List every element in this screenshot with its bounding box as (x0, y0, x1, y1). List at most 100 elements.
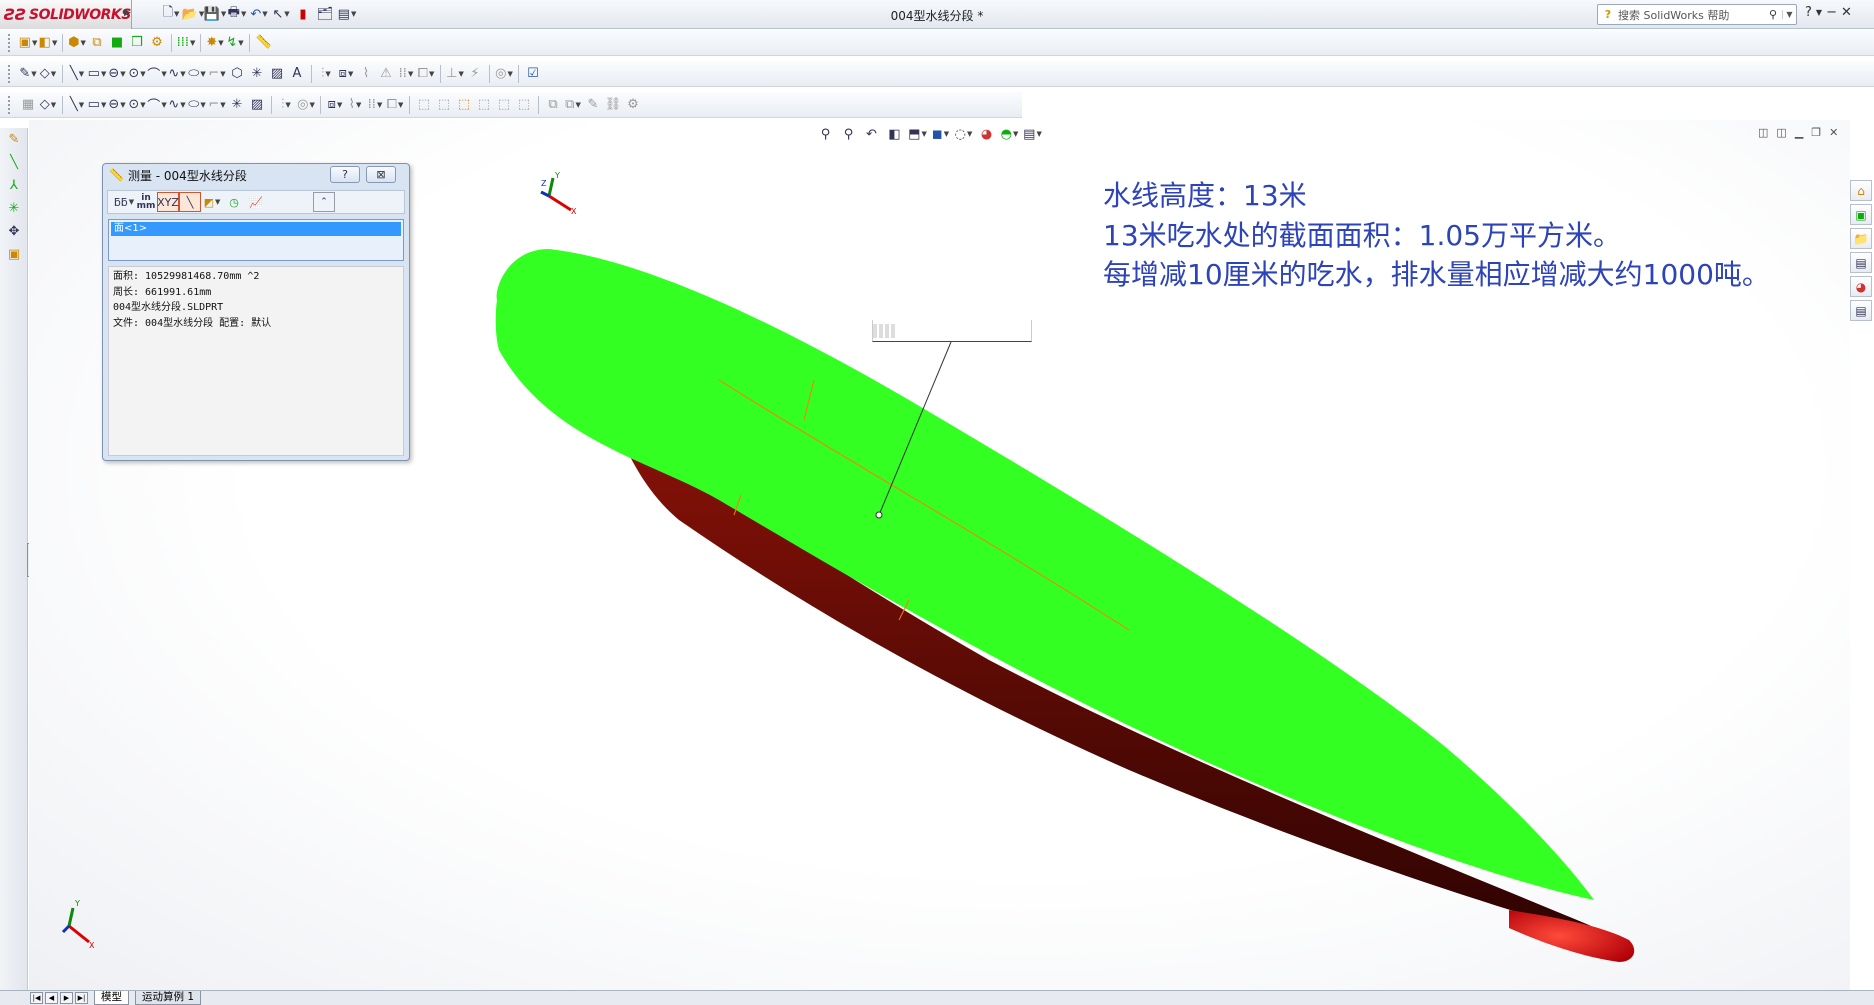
dialog-help-button[interactable]: ? (330, 166, 360, 183)
move-tool-icon[interactable]: ✥ (0, 220, 28, 243)
make-block-icon[interactable]: ⬚ (434, 95, 454, 115)
next-tab-icon[interactable]: ▶ (60, 992, 73, 1004)
smart-fastener-icon[interactable]: ⚙ (147, 33, 167, 53)
explode-block-icon[interactable]: ⬚ (514, 95, 534, 115)
dialog-title-bar[interactable]: 📏 测量 - 004型水线分段 ? ⊠ (103, 164, 409, 186)
tab-motion-study[interactable]: 运动算例 1 (135, 991, 202, 1005)
linear-pattern-icon[interactable]: ⁞⁞ ▼ (365, 95, 385, 115)
close-window-icon[interactable]: ✕ (1841, 5, 1852, 20)
layer-icon[interactable]: ⧉ (543, 95, 563, 115)
trim-icon[interactable]: ⌇ (356, 64, 376, 84)
section-view-icon[interactable]: ◧ (884, 124, 905, 144)
help-dropdown-icon[interactable]: ▼ (1816, 5, 1822, 20)
folder-icon[interactable]: 📁 (1850, 228, 1872, 249)
restore-doc-icon[interactable]: ❐ (1811, 126, 1821, 139)
rectangle-icon[interactable]: ▭ ▼ (87, 64, 107, 84)
prev-tab-icon[interactable]: ◀ (45, 992, 58, 1004)
close-doc-icon[interactable]: ✕ (1829, 126, 1838, 139)
sketch-tool-icon[interactable]: ✎ (0, 128, 28, 151)
linear-pattern-icon[interactable]: ⁞⁞ ▼ (396, 64, 416, 84)
waterline-section-face[interactable] (495, 249, 1594, 900)
help-icon[interactable]: ? (1805, 5, 1812, 20)
zoom-to-area-icon[interactable]: ⚲ (838, 124, 859, 144)
link-icon[interactable]: ⛓ (603, 95, 623, 115)
line-tool-icon[interactable]: ╲ (0, 151, 28, 174)
sensor-icon[interactable]: 📈 (245, 192, 267, 212)
trim-icon[interactable]: ⌇ ▼ (345, 95, 365, 115)
green-box-icon[interactable]: ■ (107, 33, 127, 53)
measure-icon[interactable]: 📏 (254, 33, 274, 53)
fillet-icon[interactable]: ⌐ ▼ (207, 64, 227, 84)
line-icon[interactable]: ╲ ▼ (67, 95, 87, 115)
toolbar-grip[interactable] (8, 33, 12, 52)
history-icon[interactable]: ◷ (223, 192, 245, 212)
tab-model[interactable]: 模型 (94, 991, 129, 1005)
split-view-icon[interactable]: ◫ (1776, 126, 1786, 139)
projection-icon[interactable]: ◩ ▼ (201, 192, 223, 212)
3d-sketch-icon[interactable]: ▦ (18, 95, 38, 115)
appearance-icon[interactable]: ◕ (976, 124, 997, 144)
selection-list[interactable]: 面<1> (108, 219, 404, 261)
xyz-dx-icon[interactable]: XYZ (157, 192, 179, 212)
mate-icon[interactable]: ⧉ (87, 33, 107, 53)
pattern-icon[interactable]: ⁞⁞⁞ ▼ (176, 33, 196, 53)
mirror-icon[interactable]: ⫶ ▼ (276, 95, 296, 115)
view-orientation-icon[interactable]: ⬒ ▼ (907, 124, 928, 144)
appearances-icon[interactable]: ◕ (1850, 276, 1872, 297)
view-settings-icon[interactable]: ▤ ▼ (1022, 124, 1043, 144)
point-tool-icon[interactable]: ✳ (0, 197, 28, 220)
mirror-icon[interactable]: ⫶ ▼ (316, 64, 336, 84)
spline-icon[interactable]: ∿ ▼ (167, 95, 187, 115)
split-view-icon[interactable]: ◫ (1758, 126, 1768, 139)
resources-icon[interactable]: ▣ (1850, 204, 1872, 225)
arc-icon[interactable]: ⌒ ▼ (147, 95, 167, 115)
selection-item[interactable]: 面<1> (111, 222, 401, 236)
relations-icon[interactable]: ⊥ ▼ (445, 64, 465, 84)
last-tab-icon[interactable]: ▶| (75, 992, 88, 1004)
circle-icon[interactable]: ⊙ ▼ (127, 64, 147, 84)
display-icon[interactable]: ◎ ▼ (296, 95, 316, 115)
arc-icon[interactable]: ⌒ ▼ (147, 64, 167, 84)
minimize-window-icon[interactable]: − (1826, 5, 1837, 20)
previous-view-icon[interactable]: ↶ (861, 124, 882, 144)
dimension-icon[interactable]: ◇ ▼ (38, 95, 58, 115)
gear-icon[interactable]: ⚙ (623, 95, 643, 115)
add-block-icon[interactable]: ⬚ (474, 95, 494, 115)
point-icon[interactable]: ✳ (247, 64, 267, 84)
slot-icon[interactable]: ⊖ ▼ (107, 95, 127, 115)
spline-icon[interactable]: ∿ ▼ (167, 64, 187, 84)
display-icon[interactable]: ◎ ▼ (494, 64, 514, 84)
insert-block-icon[interactable]: ⬚ (454, 95, 474, 115)
pen-icon[interactable]: ✎ (583, 95, 603, 115)
move-entities-icon[interactable]: ⧠ ▼ (385, 95, 405, 115)
minimize-doc-icon[interactable]: ▁ (1795, 126, 1803, 139)
view-palette-icon[interactable]: ▤ (1850, 252, 1872, 273)
offset-icon[interactable]: ⧈ ▼ (325, 95, 345, 115)
layer-props-icon[interactable]: ⧉ ▼ (563, 95, 583, 115)
sketch-icon[interactable]: ✎ ▼ (18, 64, 38, 84)
point-icon[interactable]: ✳ (227, 95, 247, 115)
hide-show-icon[interactable]: ◌ ▼ (953, 124, 974, 144)
component-icon[interactable]: ◧ ▼ (38, 33, 58, 53)
curve-icon[interactable]: ↯ ▼ (225, 33, 245, 53)
units-precision-icon[interactable]: in mm (135, 192, 157, 212)
instant-2d-icon[interactable]: ☑ (523, 64, 543, 84)
help-search-input[interactable]: 搜索 SolidWorks 帮助 (1618, 7, 1764, 23)
point-to-point-icon[interactable]: ╲ (179, 192, 201, 212)
axis-tool-icon[interactable]: ⅄ (0, 174, 28, 197)
move-entities-icon[interactable]: ⧠ ▼ (416, 64, 436, 84)
explode-icon[interactable]: ✸ ▼ (205, 33, 225, 53)
insert-part-icon[interactable]: ⬢ ▼ (67, 33, 87, 53)
home-icon[interactable]: ⌂ (1850, 180, 1872, 201)
magnifier-icon[interactable]: ⚲ (1764, 8, 1782, 21)
assembly-icon[interactable]: ▣ ▼ (18, 33, 38, 53)
rectangle-icon[interactable]: ▭ ▼ (87, 95, 107, 115)
arc-circle-options-icon[interactable]: ƃƃ ▼ (113, 192, 135, 212)
text-icon[interactable]: A (287, 64, 307, 84)
part-tool-icon[interactable]: ▣ (0, 243, 28, 266)
polygon-icon[interactable]: ⬡ (227, 64, 247, 84)
plane-icon[interactable]: ▨ (267, 64, 287, 84)
circle-icon[interactable]: ⊙ ▼ (127, 95, 147, 115)
rebuild-block-icon[interactable]: ⬚ (494, 95, 514, 115)
smart-dimension-icon[interactable]: ◇ ▼ (38, 64, 58, 84)
